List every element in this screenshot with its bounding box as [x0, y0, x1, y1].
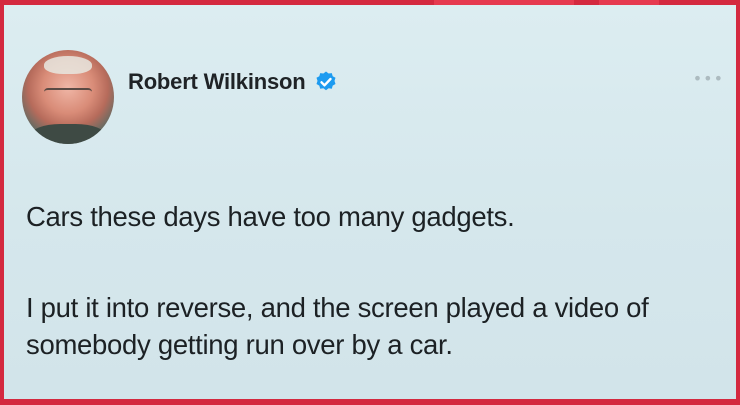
tweet-card: Robert Wilkinson ••• Cars these days hav…	[4, 5, 736, 399]
avatar[interactable]	[22, 50, 114, 144]
tweet-text-paragraph: I put it into reverse, and the screen pl…	[26, 292, 649, 360]
screenshot-frame: Robert Wilkinson ••• Cars these days hav…	[0, 0, 740, 405]
tweet-text-paragraph: Cars these days have too many gadgets.	[26, 201, 515, 232]
avatar-glasses	[44, 88, 92, 100]
avatar-hair	[44, 56, 92, 74]
more-options-icon[interactable]: •••	[693, 69, 724, 88]
avatar-shirt	[30, 124, 106, 144]
author-display-name[interactable]: Robert Wilkinson	[128, 69, 306, 95]
author-row: Robert Wilkinson	[128, 69, 338, 95]
verified-badge-icon	[314, 70, 338, 94]
